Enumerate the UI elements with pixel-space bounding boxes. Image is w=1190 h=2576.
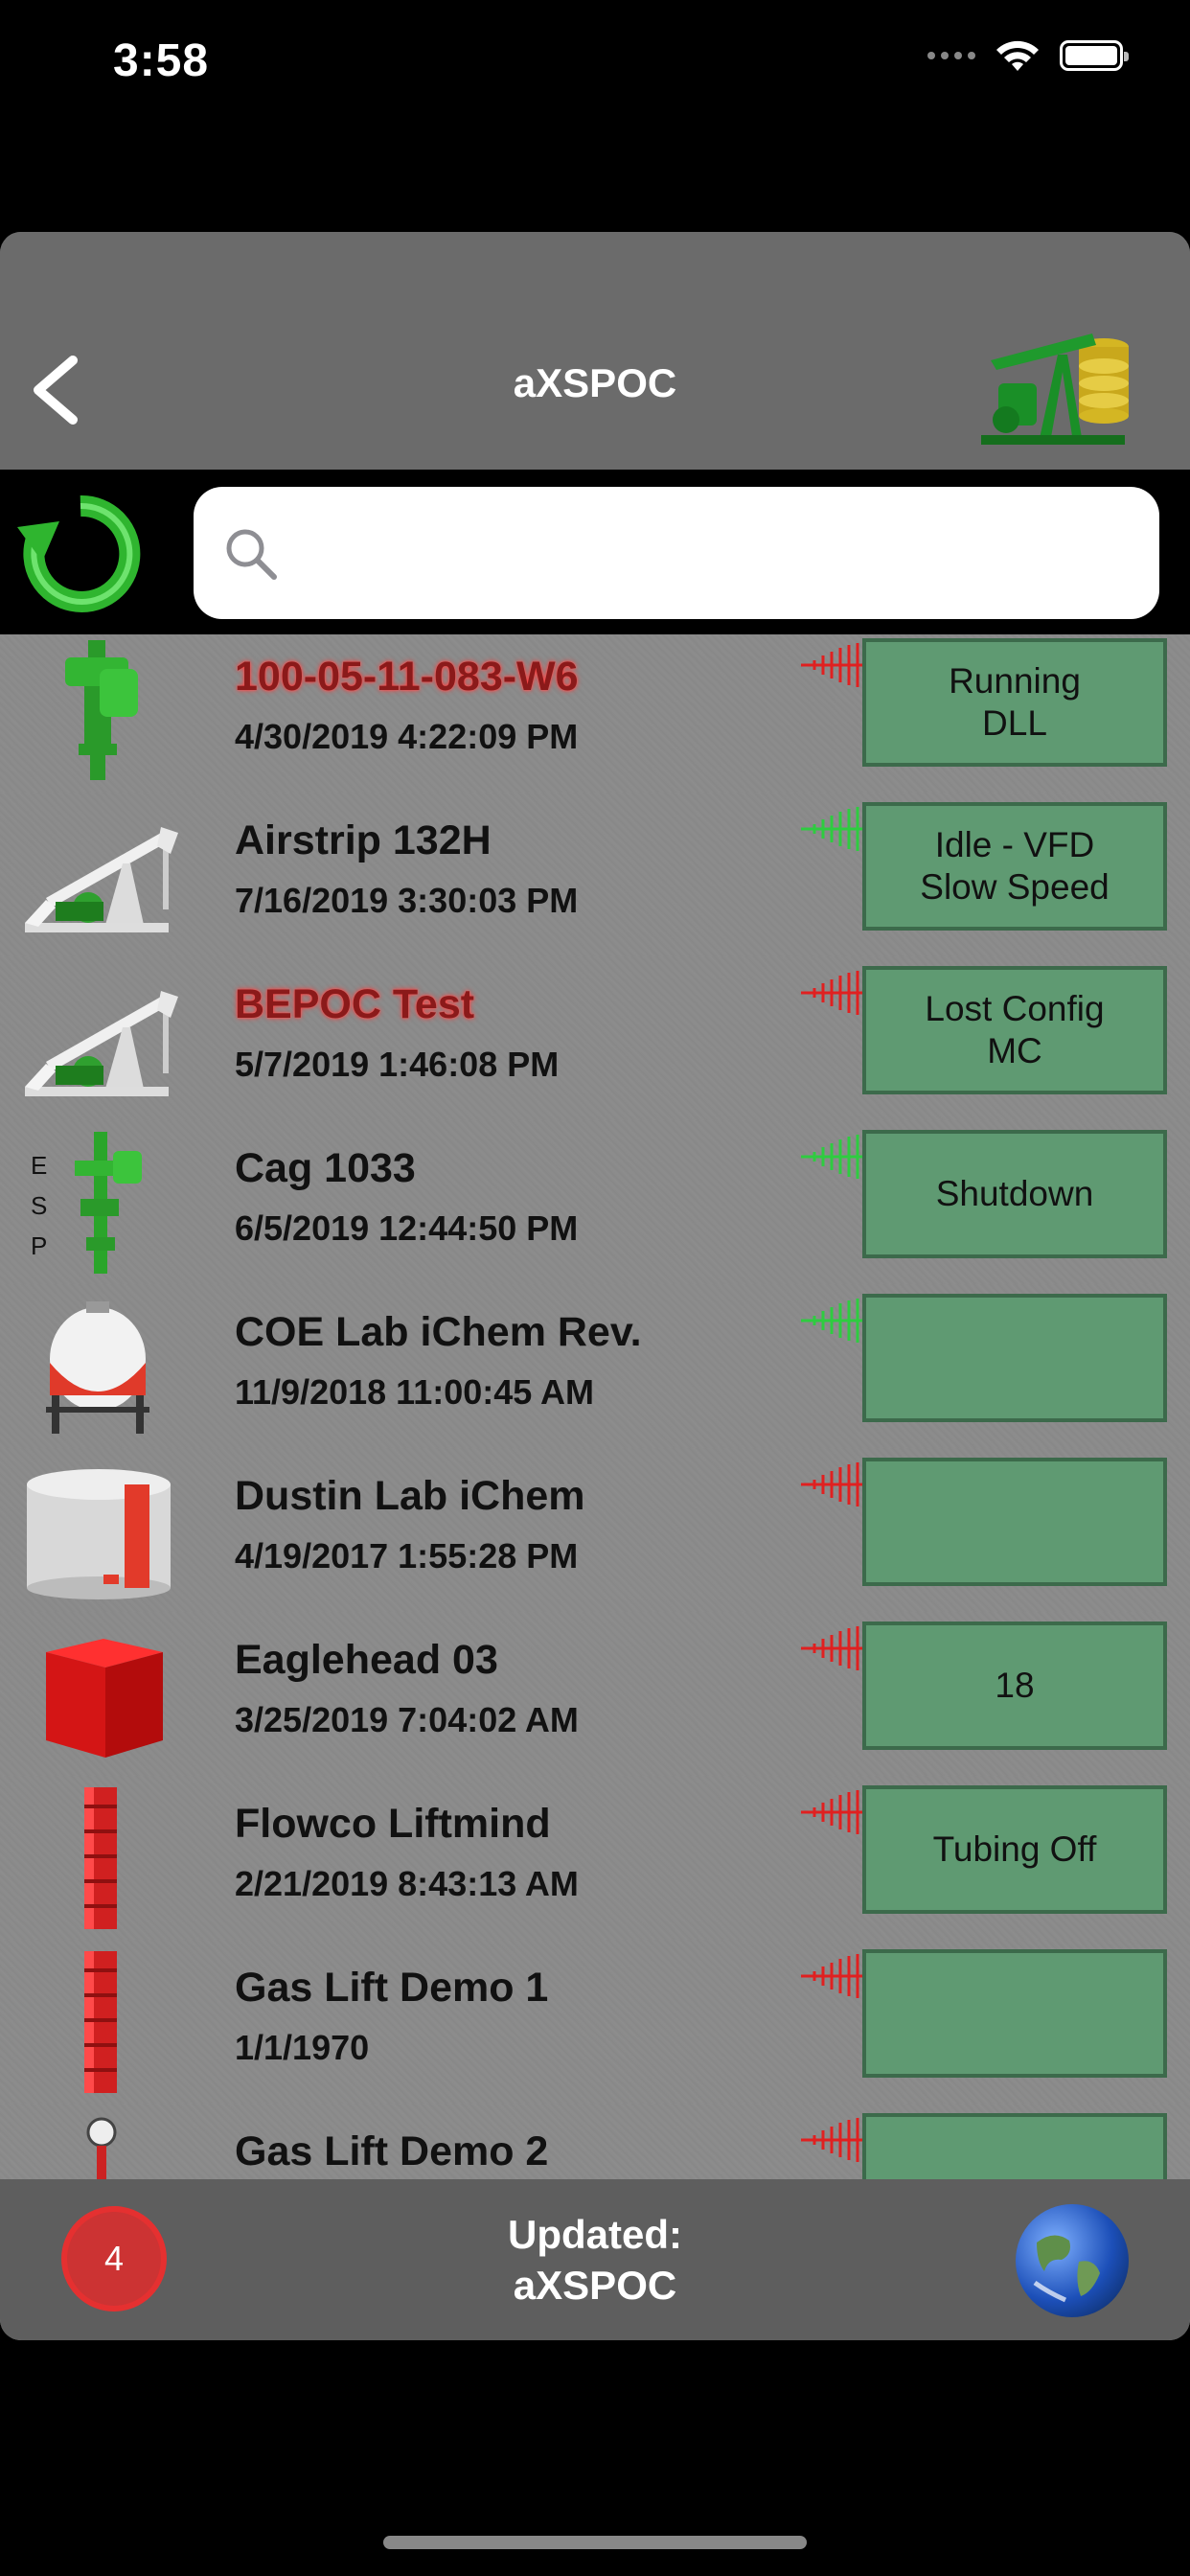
well-timestamp: 5/7/2019 1:46:08 PM (235, 1045, 560, 1084)
status-time: 3:58 (113, 35, 210, 86)
status-box: Idle - VFD Slow Speed (862, 802, 1167, 931)
list-item[interactable]: 100-05-11-083-W6 4/30/2019 4:22:09 PM Runn… (0, 634, 1190, 798)
well-timestamp: 3/25/2019 7:04:02 AM (235, 1700, 579, 1739)
cellular-signal-icon (927, 52, 975, 59)
comm-signal-icon (801, 1461, 864, 1507)
navigation-bar: aXSPOC (0, 232, 1190, 470)
status-box (862, 1949, 1167, 2078)
comm-signal-icon (801, 642, 864, 688)
pumpjack-icon (17, 804, 180, 946)
status-icons (927, 38, 1129, 73)
home-indicator (383, 2536, 807, 2549)
updated-label: Updated: (508, 2212, 682, 2257)
well-name: Dustin Lab iChem (235, 1473, 585, 1519)
comm-signal-icon (801, 1953, 864, 1999)
well-name: Cag 1033 (235, 1145, 416, 1191)
comm-signal-icon (801, 1298, 864, 1344)
wifi-icon (996, 40, 1039, 71)
well-name: COE Lab iChem Rev. (235, 1309, 642, 1355)
well-name: Flowco Liftmind (235, 1801, 551, 1847)
chemical-tank-icon (17, 1296, 180, 1438)
list-item[interactable]: COE Lab iChem Rev. 11/9/2018 11:00:45 AM (0, 1284, 1190, 1454)
search-icon (226, 529, 277, 580)
comm-signal-icon (801, 2117, 864, 2163)
status-box: Running DLL (862, 638, 1167, 767)
updated-status: Updated: aXSPOC (0, 2210, 1190, 2311)
storage-tank-icon (17, 1460, 180, 1601)
well-timestamp: 2/21/2019 8:43:13 AM (235, 1864, 579, 1903)
plunger-tube-icon (17, 1787, 180, 1929)
comm-signal-icon (801, 806, 864, 852)
updated-source: aXSPOC (513, 2262, 677, 2308)
well-name: Airstrip 132H (235, 817, 492, 863)
status-box: Shutdown (862, 1130, 1167, 1258)
well-list[interactable]: 100-05-11-083-W6 4/30/2019 4:22:09 PM Runn… (0, 634, 1190, 2340)
well-name: 100-05-11-083-W6 (235, 654, 579, 700)
status-bar: 3:58 (0, 0, 1190, 134)
search-row (0, 470, 1190, 634)
status-box (862, 1294, 1167, 1422)
well-name: Gas Lift Demo 2 (235, 2128, 549, 2174)
well-name: Gas Lift Demo 1 (235, 1965, 549, 2011)
well-timestamp: 4/19/2017 1:55:28 PM (235, 1536, 579, 1576)
pumpjack-logo-icon (981, 334, 1129, 445)
well-timestamp: 6/5/2019 12:44:50 PM (235, 1208, 579, 1248)
plunger-tube-icon (17, 1951, 180, 2093)
well-name: Eaglehead 03 (235, 1637, 498, 1683)
status-box: 18 (862, 1622, 1167, 1750)
list-item[interactable]: Flowco Liftmind 2/21/2019 8:43:13 AM Tubin… (0, 1776, 1190, 1945)
esp-icon: ESP (17, 1132, 180, 1274)
list-item[interactable]: Dustin Lab iChem 4/19/2017 1:55:28 PM (0, 1448, 1190, 1618)
well-timestamp: 11/9/2018 11:00:45 AM (235, 1372, 594, 1412)
svg-text:E: E (31, 1151, 47, 1180)
list-item[interactable]: Gas Lift Demo 1 1/1/1970 (0, 1940, 1190, 2109)
esp-wellhead-icon (17, 640, 180, 782)
globe-icon[interactable] (1016, 2204, 1129, 2317)
well-timestamp: 1/1/1970 (235, 2028, 370, 2067)
list-item[interactable]: BEPOC Test 5/7/2019 1:46:08 PM Lost Config… (0, 956, 1190, 1126)
search-field[interactable] (194, 487, 1159, 619)
status-box: Tubing Off (862, 1785, 1167, 1914)
footer-bar: 4 Updated: aXSPOC (0, 2179, 1190, 2340)
comm-signal-icon (801, 1789, 864, 1835)
red-cube-icon (17, 1623, 180, 1765)
well-name: BEPOC Test (235, 981, 475, 1027)
search-input[interactable] (286, 506, 1133, 602)
svg-text:P: P (31, 1231, 47, 1260)
list-item[interactable]: Airstrip 132H 7/16/2019 3:30:03 PM Idle - … (0, 793, 1190, 962)
pumpjack-icon (17, 968, 180, 1110)
svg-text:S: S (31, 1191, 47, 1220)
status-box (862, 1458, 1167, 1586)
comm-signal-icon (801, 970, 864, 1016)
status-box: Lost Config MC (862, 966, 1167, 1094)
battery-icon (1060, 40, 1129, 71)
list-item[interactable]: E S P Cag 1033 6/5/2019 12:44:50 PM Shutdown (0, 1120, 1190, 1290)
comm-signal-icon (801, 1625, 864, 1671)
comm-signal-icon (801, 1134, 864, 1180)
well-timestamp: 4/30/2019 4:22:09 PM (235, 717, 579, 756)
app-window: aXSPOC 100-05-11-083-W6 4/30/2019 4:22:0… (0, 232, 1190, 2340)
refresh-button[interactable] (15, 489, 146, 619)
well-timestamp: 7/16/2019 3:30:03 PM (235, 881, 579, 920)
list-item[interactable]: Eaglehead 03 3/25/2019 7:04:02 AM 18 (0, 1612, 1190, 1782)
